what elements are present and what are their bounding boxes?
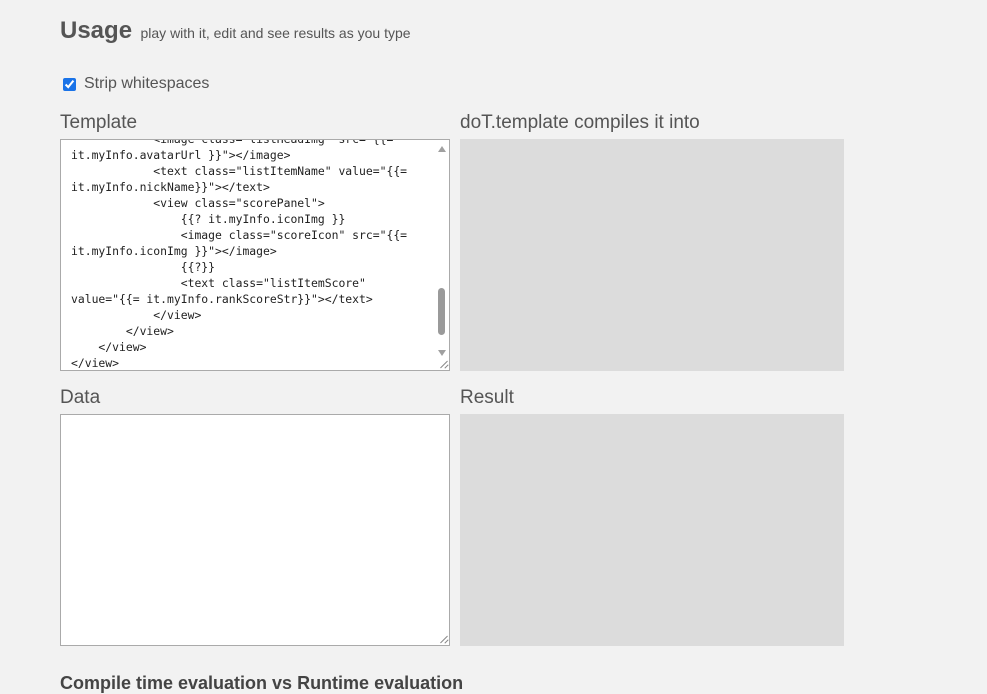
data-value bbox=[61, 415, 449, 423]
scroll-down-arrow-icon[interactable] bbox=[438, 350, 446, 356]
resize-grip-icon[interactable] bbox=[436, 357, 448, 369]
result-output-panel bbox=[460, 414, 844, 646]
strip-whitespaces-option[interactable]: Strip whitespaces bbox=[63, 75, 209, 93]
scroll-thumb[interactable] bbox=[438, 288, 445, 335]
resize-grip-icon[interactable] bbox=[436, 632, 448, 644]
page-subtitle: play with it, edit and see results as yo… bbox=[140, 25, 411, 41]
template-textarea[interactable]: <image class="listHeadImg" src="{{= it.m… bbox=[60, 139, 450, 371]
compiled-output-panel bbox=[460, 139, 844, 371]
data-label: Data bbox=[60, 387, 101, 408]
usage-header: Usage play with it, edit and see results… bbox=[60, 17, 411, 45]
page-title: Usage bbox=[60, 17, 133, 44]
result-label: Result bbox=[460, 387, 514, 408]
strip-whitespaces-checkbox[interactable] bbox=[63, 77, 76, 91]
template-code: <image class="listHeadImg" src="{{= it.m… bbox=[71, 140, 408, 370]
template-scrollbar[interactable] bbox=[436, 141, 448, 356]
data-textarea[interactable] bbox=[60, 414, 450, 646]
template-label: Template bbox=[60, 112, 138, 133]
strip-whitespaces-label: Strip whitespaces bbox=[84, 75, 210, 92]
compiled-label: doT.template compiles it into bbox=[460, 112, 700, 133]
scroll-up-arrow-icon[interactable] bbox=[438, 146, 446, 152]
